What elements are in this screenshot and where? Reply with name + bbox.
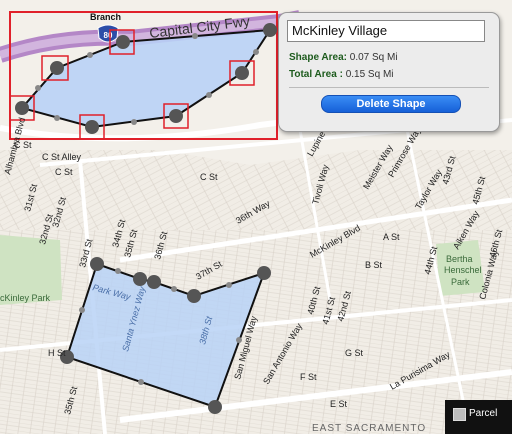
midpoint[interactable] (253, 49, 259, 55)
vertex[interactable] (147, 275, 161, 289)
midpoint[interactable] (35, 85, 41, 91)
midpoint[interactable] (79, 307, 85, 313)
midpoint[interactable] (131, 119, 137, 125)
street-label: B St (365, 260, 383, 270)
midpoint[interactable] (54, 115, 60, 121)
shape-info-panel: McKinley Village Shape Area: 0.07 Sq Mi … (278, 12, 500, 132)
street-label: G St (345, 348, 364, 358)
map-view[interactable]: 80 Branch Capital City Fwy EAST SACRAMEN… (0, 0, 512, 434)
shape-area-row: Shape Area: 0.07 Sq Mi (289, 52, 398, 63)
midpoint[interactable] (138, 379, 144, 385)
midpoint[interactable] (226, 282, 232, 288)
midpoint[interactable] (171, 286, 177, 292)
street-label: C St (55, 167, 73, 177)
park-label: Henschel (444, 265, 482, 275)
vertex[interactable] (116, 35, 130, 49)
shape-area-label: Shape Area: (289, 52, 347, 63)
branch-label: Branch (90, 12, 121, 22)
total-area-label: Total Area : (289, 69, 343, 80)
parcel-label: Parcel (469, 408, 498, 419)
district-label: EAST SACRAMENTO (312, 423, 426, 434)
vertex[interactable] (90, 257, 104, 271)
street-label: E St (330, 399, 348, 409)
vertex[interactable] (50, 61, 64, 75)
total-area-row: Total Area : 0.15 Sq Mi (289, 69, 394, 80)
shape-name-input[interactable]: McKinley Village (287, 20, 485, 42)
midpoint[interactable] (87, 52, 93, 58)
vertex[interactable] (187, 289, 201, 303)
street-label: C St (200, 172, 218, 182)
delete-shape-button[interactable]: Delete Shape (321, 95, 461, 113)
vertex[interactable] (263, 23, 277, 37)
park-label: Park (451, 277, 470, 287)
street-label: F St (300, 372, 317, 382)
parcel-checkbox[interactable] (453, 408, 466, 421)
vertex[interactable] (235, 66, 249, 80)
street-label: C St Alley (42, 152, 82, 162)
parcel-layer-toggle[interactable]: Parcel (445, 400, 512, 434)
midpoint[interactable] (206, 92, 212, 98)
street-label: C St (14, 140, 32, 150)
vertex[interactable] (208, 400, 222, 414)
vertex[interactable] (15, 101, 29, 115)
park-label: Bertha (446, 254, 473, 264)
svg-text:80: 80 (104, 31, 113, 40)
vertex[interactable] (85, 120, 99, 134)
panel-divider (289, 87, 489, 88)
vertex[interactable] (133, 272, 147, 286)
park-label: cKinley Park (0, 293, 51, 303)
interstate-shield-icon: 80 (97, 24, 119, 43)
street-label: H St (48, 348, 66, 358)
vertex[interactable] (257, 266, 271, 280)
shape-area-value: 0.07 Sq Mi (349, 52, 398, 63)
street-label: A St (383, 232, 400, 242)
vertex[interactable] (169, 109, 183, 123)
midpoint[interactable] (115, 268, 121, 274)
total-area-value: 0.15 Sq Mi (345, 69, 394, 80)
